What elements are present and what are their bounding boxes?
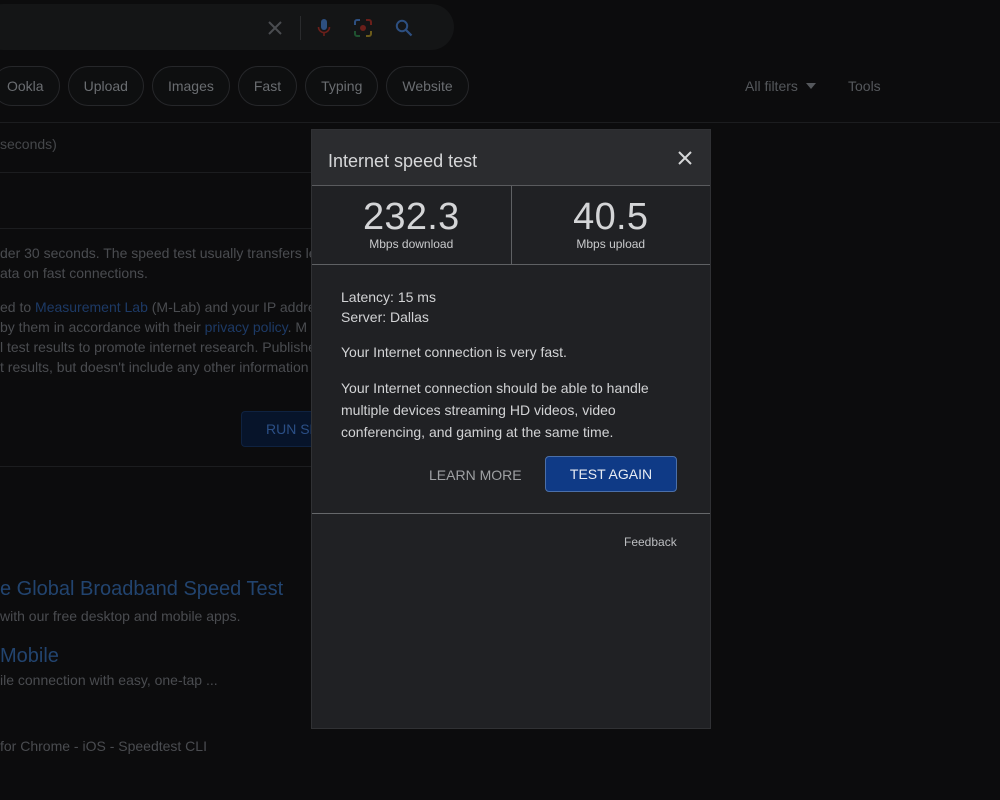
bg-text: . M bbox=[287, 319, 308, 335]
dropdown-arrow-icon bbox=[805, 83, 816, 89]
bg-text: ed to bbox=[0, 299, 36, 315]
download-result: 232.3 Mbps download bbox=[312, 186, 511, 264]
learn-more-button[interactable]: LEARN MORE bbox=[429, 457, 522, 493]
chip-website[interactable]: Website bbox=[386, 66, 469, 106]
chip-images[interactable]: Images bbox=[151, 66, 230, 106]
run-speed-test-button[interactable]: RUN SPEED TEST bbox=[241, 411, 321, 447]
search-box[interactable] bbox=[0, 4, 454, 50]
privacy-policy-link[interactable]: privacy policy bbox=[205, 319, 288, 335]
bg-text-line: l test results to promote internet resea… bbox=[0, 339, 316, 355]
download-speed-value: 232.3 bbox=[362, 196, 460, 238]
bg-text-policy: by them in accordance with their privacy… bbox=[0, 319, 307, 335]
result-title-link[interactable]: e Global Broadband Speed Test bbox=[0, 578, 283, 601]
lens-icon[interactable] bbox=[352, 17, 374, 39]
dialog-title: Internet speed test bbox=[328, 151, 478, 171]
bg-text-line: t results, but doesn't include any other… bbox=[0, 359, 309, 375]
detail-text: Your Internet connection should be able … bbox=[341, 380, 649, 440]
result-stats: seconds) bbox=[0, 136, 57, 152]
server-text: Server: Dallas bbox=[341, 309, 429, 325]
result-title-link[interactable]: Mobile bbox=[0, 645, 59, 668]
divider bbox=[0, 228, 311, 229]
summary-text: Your Internet connection is very fast. bbox=[341, 344, 567, 360]
speed-results: 232.3 Mbps download 40.5 Mbps upload bbox=[312, 186, 710, 265]
download-speed-unit: Mbps download bbox=[369, 237, 454, 251]
dialog-actions: LEARN MORE TEST AGAIN bbox=[312, 456, 710, 494]
tools-button[interactable]: Tools bbox=[848, 78, 881, 94]
all-filters-label: All filters bbox=[745, 78, 798, 94]
latency-text: Latency: 15 ms bbox=[341, 289, 436, 305]
bg-text: by them in accordance with their bbox=[0, 319, 205, 335]
all-filters-button[interactable]: All filters bbox=[745, 78, 816, 94]
bg-text: (M-Lab) and your IP addre bbox=[147, 299, 316, 315]
filter-chips: Ookla Upload Images Fast Typing Website bbox=[0, 66, 469, 106]
chip-typing[interactable]: Typing bbox=[305, 66, 379, 106]
divider bbox=[0, 122, 1000, 123]
divider bbox=[312, 513, 710, 514]
chip-fast[interactable]: Fast bbox=[237, 66, 298, 106]
search-icon[interactable] bbox=[393, 17, 415, 39]
search-divider bbox=[300, 16, 301, 40]
result-snippet: with our free desktop and mobile apps. bbox=[0, 608, 241, 624]
chip-ookla[interactable]: Ookla bbox=[0, 66, 60, 106]
result-details: Latency: 15 ms Server: Dallas Your Inter… bbox=[341, 287, 686, 443]
feedback-link[interactable]: Feedback bbox=[624, 535, 677, 549]
result-snippet: for Chrome - iOS - Speedtest CLI bbox=[0, 738, 207, 754]
bg-text-line: der 30 seconds. The speed test usually t… bbox=[0, 245, 317, 261]
divider bbox=[0, 172, 311, 173]
close-icon bbox=[678, 151, 692, 165]
clear-icon[interactable] bbox=[264, 17, 286, 39]
upload-speed-value: 40.5 bbox=[573, 196, 649, 238]
test-again-button[interactable]: TEST AGAIN bbox=[545, 456, 677, 492]
bg-text-line: ata on fast connections. bbox=[0, 265, 148, 281]
bg-text-mlab: ed to Measurement Lab (M-Lab) and your I… bbox=[0, 299, 316, 315]
upload-speed-unit: Mbps upload bbox=[576, 237, 646, 251]
dialog-header: Internet speed test bbox=[312, 130, 710, 186]
microphone-icon[interactable] bbox=[313, 17, 335, 39]
close-button[interactable] bbox=[672, 145, 698, 171]
measurement-lab-link[interactable]: Measurement Lab bbox=[35, 299, 148, 315]
speed-test-dialog: Internet speed test 232.3 Mbps download … bbox=[311, 129, 711, 729]
upload-result: 40.5 Mbps upload bbox=[510, 186, 711, 264]
chip-upload[interactable]: Upload bbox=[67, 66, 144, 106]
divider bbox=[0, 466, 311, 467]
result-snippet: ile connection with easy, one-tap ... bbox=[0, 672, 218, 688]
